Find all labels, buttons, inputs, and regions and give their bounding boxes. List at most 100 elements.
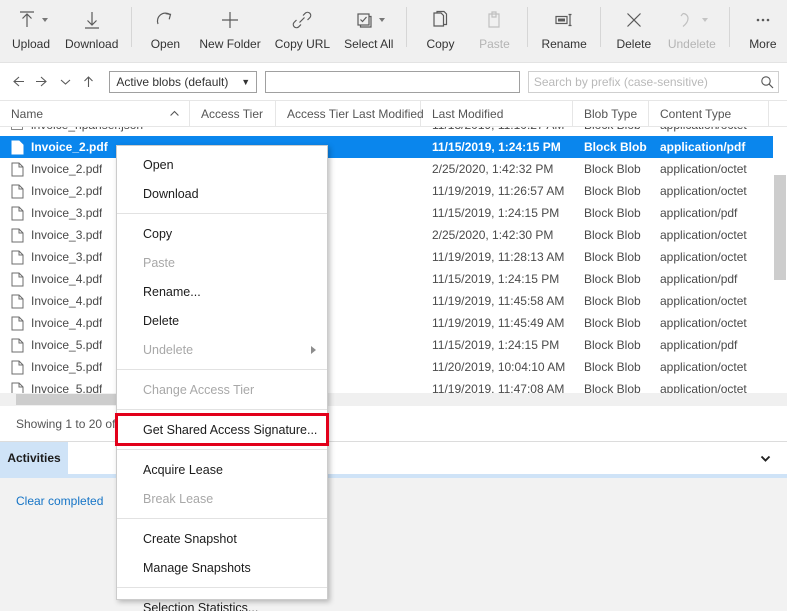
table-row[interactable]: invoice_npanser.json 11/18/2019, 11:10:27… <box>0 127 787 136</box>
link-icon <box>275 6 330 34</box>
toolbar-separator <box>600 7 601 47</box>
context-menu-item-break-lease: Break Lease <box>117 484 327 513</box>
toolbar-button-upload[interactable]: Upload <box>4 0 58 58</box>
file-icon <box>11 184 31 199</box>
toolbar-button-label: Copy URL <box>275 36 330 52</box>
toolbar-group: UploadDownload <box>4 0 125 62</box>
blob-name: Invoice_3.pdf <box>31 250 102 264</box>
context-menu-separator <box>117 369 327 370</box>
toolbar-button-label: Select All <box>344 36 393 52</box>
plus-icon <box>199 6 260 34</box>
vertical-scrollbar[interactable] <box>773 127 787 402</box>
toolbar-group: OpenNew Folder Copy URL Select All <box>138 0 400 62</box>
context-menu-item-open[interactable]: Open <box>117 150 327 179</box>
cell-blob-type: Block Blob <box>573 206 649 220</box>
context-menu-item-download[interactable]: Download <box>117 179 327 208</box>
toolbar-button-label: Delete <box>616 36 651 52</box>
main-toolbar: UploadDownloadOpenNew Folder Copy URL Sele… <box>0 0 787 63</box>
toolbar-button-delete[interactable]: Delete <box>607 0 661 58</box>
chevron-down-icon[interactable] <box>756 449 774 467</box>
file-icon <box>11 294 31 309</box>
copy-pages-icon <box>420 6 460 34</box>
context-menu-item-label: Break Lease <box>143 492 213 506</box>
toolbar-button-new-folder[interactable]: New Folder <box>192 0 267 58</box>
toolbar-group: Rename <box>534 0 593 62</box>
context-menu-item-label: Paste <box>143 256 175 270</box>
toolbar-button-undelete: Undelete <box>661 0 723 58</box>
chevron-down-icon[interactable] <box>42 18 48 22</box>
context-menu-item-delete[interactable]: Delete <box>117 306 327 335</box>
context-menu-item-create-snapshot[interactable]: Create Snapshot <box>117 524 327 553</box>
toolbar-button-rename[interactable]: Rename <box>534 0 593 58</box>
cell-last-modified: 11/19/2019, 11:26:57 AM <box>421 184 573 198</box>
toolbar-separator <box>131 7 132 47</box>
context-menu-item-rename[interactable]: Rename... <box>117 277 327 306</box>
path-input[interactable] <box>265 71 520 93</box>
context-menu-item-selection-statistics[interactable]: Selection Statistics... <box>117 593 327 611</box>
cell-blob-type: Block Blob <box>573 316 649 330</box>
column-header-name[interactable]: Name <box>0 101 190 126</box>
context-menu-separator <box>117 409 327 410</box>
arrow-up-icon[interactable] <box>78 71 99 93</box>
cell-blob-type: Block Blob <box>573 184 649 198</box>
context-menu-item-copy[interactable]: Copy <box>117 219 327 248</box>
cell-content-type: application/octet <box>649 360 769 374</box>
column-header-label: Name <box>11 107 43 121</box>
column-header-label: Access Tier Last Modified <box>287 107 424 121</box>
cell-content-type: application/octet <box>649 316 769 330</box>
toolbar-button-copy[interactable]: Copy <box>413 0 467 58</box>
column-header-label: Blob Type <box>584 107 637 121</box>
storage-explorer-window: UploadDownloadOpenNew FolderCopy URLSele… <box>0 0 787 611</box>
arrow-left-icon[interactable] <box>8 71 29 93</box>
context-menu-item-label: Selection Statistics... <box>143 601 258 611</box>
magnifier-icon[interactable] <box>756 75 778 89</box>
column-header-last-modified[interactable]: Last Modified <box>421 101 573 126</box>
context-menu-item-label: Download <box>143 187 199 201</box>
toolbar-button-open[interactable]: Open <box>138 0 192 58</box>
chevron-down-icon[interactable] <box>702 18 708 22</box>
cell-content-type: application/pdf <box>649 272 769 286</box>
context-menu-separator <box>117 449 327 450</box>
column-header-label: Access Tier <box>201 107 263 121</box>
vertical-scrollbar-thumb[interactable] <box>774 175 786 280</box>
tab-activities[interactable]: Activities <box>0 442 68 474</box>
cell-content-type: application/octet <box>649 184 769 198</box>
chevron-down-icon[interactable] <box>55 71 76 93</box>
toolbar-button-copy-url[interactable]: Copy URL <box>268 0 337 58</box>
cell-content-type: application/octet <box>649 294 769 308</box>
chevron-down-icon: ▼ <box>236 77 256 87</box>
blob-filter-value: Active blobs (default) <box>110 75 235 89</box>
toolbar-group: Delete Undelete <box>607 0 723 62</box>
open-arrow-icon <box>145 6 185 34</box>
toolbar-button-more[interactable]: More <box>736 0 787 58</box>
cell-last-modified: 11/19/2019, 11:45:49 AM <box>421 316 573 330</box>
search-input[interactable] <box>529 72 756 92</box>
column-header-access-tier[interactable]: Access Tier <box>190 101 276 126</box>
context-menu-item-manage-snapshots[interactable]: Manage Snapshots <box>117 553 327 582</box>
context-menu-item-label: Delete <box>143 314 179 328</box>
toolbar-button-select-all[interactable]: Select All <box>337 0 400 58</box>
cell-content-type: application/pdf <box>649 338 769 352</box>
chevron-right-icon <box>311 346 316 354</box>
cell-blob-type: Block Blob <box>573 162 649 176</box>
toolbar-button-download[interactable]: Download <box>58 0 125 58</box>
cell-last-modified: 2/25/2020, 1:42:30 PM <box>421 228 573 242</box>
column-header-label: Last Modified <box>432 107 503 121</box>
context-menu-item-acquire-lease[interactable]: Acquire Lease <box>117 455 327 484</box>
cell-content-type: application/octet <box>649 162 769 176</box>
context-menu-item-get-shared-access-signature[interactable]: Get Shared Access Signature... <box>117 415 327 444</box>
toolbar-button-label: Rename <box>541 36 586 52</box>
checkbox-icon[interactable] <box>11 127 31 133</box>
select-all-icon <box>344 6 393 34</box>
blob-name: invoice_npanser.json <box>31 127 143 132</box>
arrow-right-icon[interactable] <box>31 71 52 93</box>
column-header-access-tier-last-modified[interactable]: Access Tier Last Modified <box>276 101 421 126</box>
cell-last-modified: 11/18/2019, 11:10:27 AM <box>421 127 573 132</box>
blob-filter-select[interactable]: Active blobs (default) ▼ <box>109 71 256 93</box>
column-header-blob-type[interactable]: Blob Type <box>573 101 649 126</box>
search-container <box>528 71 779 93</box>
chevron-down-icon[interactable] <box>379 18 385 22</box>
clear-completed-link[interactable]: Clear completed <box>16 494 103 508</box>
column-header-content-type[interactable]: Content Type <box>649 101 769 126</box>
context-menu-item-label: Manage Snapshots <box>143 561 251 575</box>
